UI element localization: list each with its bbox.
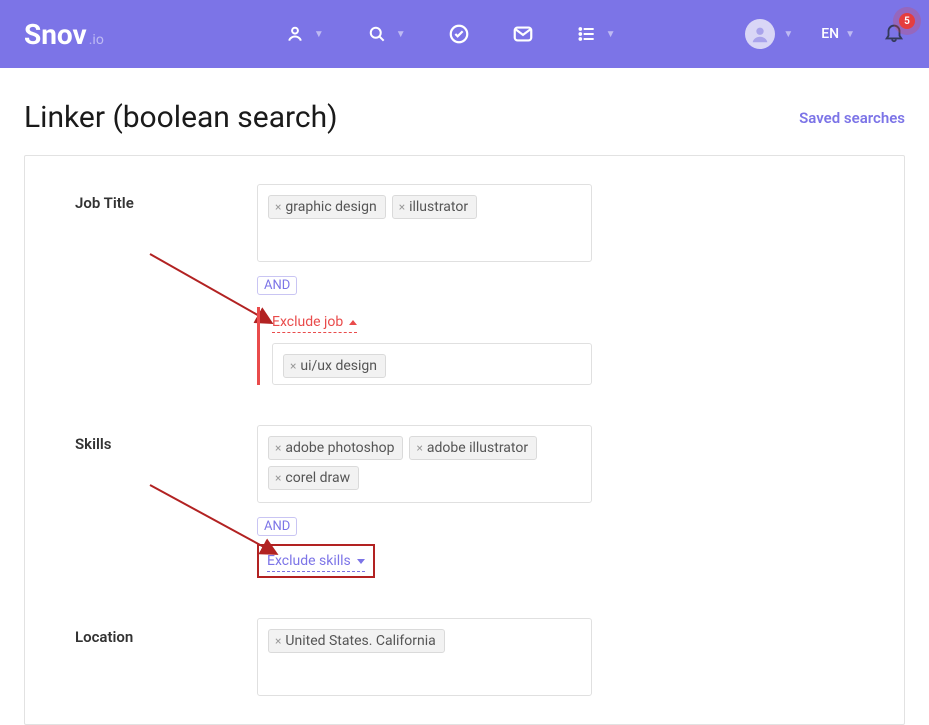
person-icon — [284, 23, 306, 45]
brand-logo[interactable]: Snov.io — [24, 18, 104, 51]
search-form-card: Job Title × graphic design × illustrator AN… — [24, 155, 905, 725]
chevron-down-icon: ▼ — [314, 29, 324, 40]
tag-text: corel draw — [285, 470, 350, 486]
nav-search[interactable]: ▼ — [366, 23, 406, 45]
nav-contacts[interactable]: ▼ — [284, 23, 324, 45]
job-title-tag: × illustrator — [392, 195, 477, 219]
row-skills: Skills × adobe photoshop × adobe illustrato… — [25, 425, 904, 578]
location-label: Location — [75, 618, 257, 696]
row-location: Location × United States. California — [25, 618, 904, 696]
exclude-job-block: Exclude job × ui/ux design — [257, 307, 592, 385]
tag-text: ui/ux design — [300, 358, 377, 374]
skill-tag: × corel draw — [268, 466, 359, 490]
job-title-tag: × graphic design — [268, 195, 386, 219]
skills-label: Skills — [75, 425, 257, 578]
top-nav: ▼ ▼ ▼ — [284, 23, 616, 45]
exclude-job-label: Exclude job — [272, 314, 343, 330]
notifications-button[interactable]: 5 — [883, 21, 905, 47]
avatar-icon — [745, 19, 775, 49]
remove-tag-icon[interactable]: × — [275, 471, 281, 485]
job-title-label: Job Title — [75, 184, 257, 385]
and-badge: AND — [257, 276, 297, 295]
skills-input[interactable]: × adobe photoshop × adobe illustrator × corel… — [257, 425, 592, 503]
remove-tag-icon[interactable]: × — [275, 441, 281, 455]
and-badge: AND — [257, 517, 297, 536]
check-circle-icon — [448, 23, 470, 45]
nav-verify[interactable] — [448, 23, 470, 45]
chevron-down-icon: ▼ — [783, 29, 793, 40]
remove-tag-icon[interactable]: × — [275, 634, 281, 648]
exclude-job-input[interactable]: × ui/ux design — [272, 343, 592, 385]
chevron-down-icon: ▼ — [606, 29, 616, 40]
account-menu[interactable]: ▼ — [745, 19, 793, 49]
tag-text: illustrator — [409, 199, 468, 215]
chevron-down-icon: ▼ — [396, 29, 406, 40]
list-icon — [576, 23, 598, 45]
skill-tag: × adobe illustrator — [409, 436, 537, 460]
mail-icon — [512, 23, 534, 45]
caret-up-icon — [349, 320, 357, 325]
job-title-input[interactable]: × graphic design × illustrator — [257, 184, 592, 262]
exclude-skills-toggle[interactable]: Exclude skills — [267, 553, 365, 572]
notification-count-badge: 5 — [899, 13, 915, 29]
chevron-down-icon: ▼ — [845, 29, 855, 40]
tag-text: United States. California — [285, 633, 435, 649]
tag-text: adobe illustrator — [427, 440, 528, 456]
remove-tag-icon[interactable]: × — [416, 441, 422, 455]
exclude-job-toggle[interactable]: Exclude job — [272, 314, 357, 333]
exclude-skills-label: Exclude skills — [267, 553, 351, 569]
remove-tag-icon[interactable]: × — [399, 200, 405, 214]
search-icon — [366, 23, 388, 45]
skill-tag: × adobe photoshop — [268, 436, 403, 460]
nav-more[interactable]: ▼ — [576, 23, 616, 45]
page-title: Linker (boolean search) — [24, 100, 338, 135]
language-switch[interactable]: EN ▼ — [821, 26, 855, 42]
tag-text: graphic design — [285, 199, 376, 215]
row-job-title: Job Title × graphic design × illustrator AN… — [25, 184, 904, 385]
app-header: Snov.io ▼ ▼ ▼ — [0, 0, 929, 68]
brand-suffix: .io — [89, 32, 104, 48]
nav-campaigns[interactable] — [512, 23, 534, 45]
remove-tag-icon[interactable]: × — [290, 359, 296, 373]
exclude-job-tag: × ui/ux design — [283, 354, 386, 378]
annotation-highlight-box: Exclude skills — [257, 544, 375, 578]
caret-down-icon — [357, 559, 365, 564]
header-right: ▼ EN ▼ 5 — [745, 19, 905, 49]
tag-text: adobe photoshop — [285, 440, 394, 456]
language-label: EN — [821, 26, 839, 42]
saved-searches-link[interactable]: Saved searches — [799, 109, 905, 127]
location-input[interactable]: × United States. California — [257, 618, 592, 696]
brand-name: Snov — [24, 18, 87, 51]
remove-tag-icon[interactable]: × — [275, 200, 281, 214]
page-header: Linker (boolean search) Saved searches — [0, 68, 929, 155]
location-tag: × United States. California — [268, 629, 445, 653]
